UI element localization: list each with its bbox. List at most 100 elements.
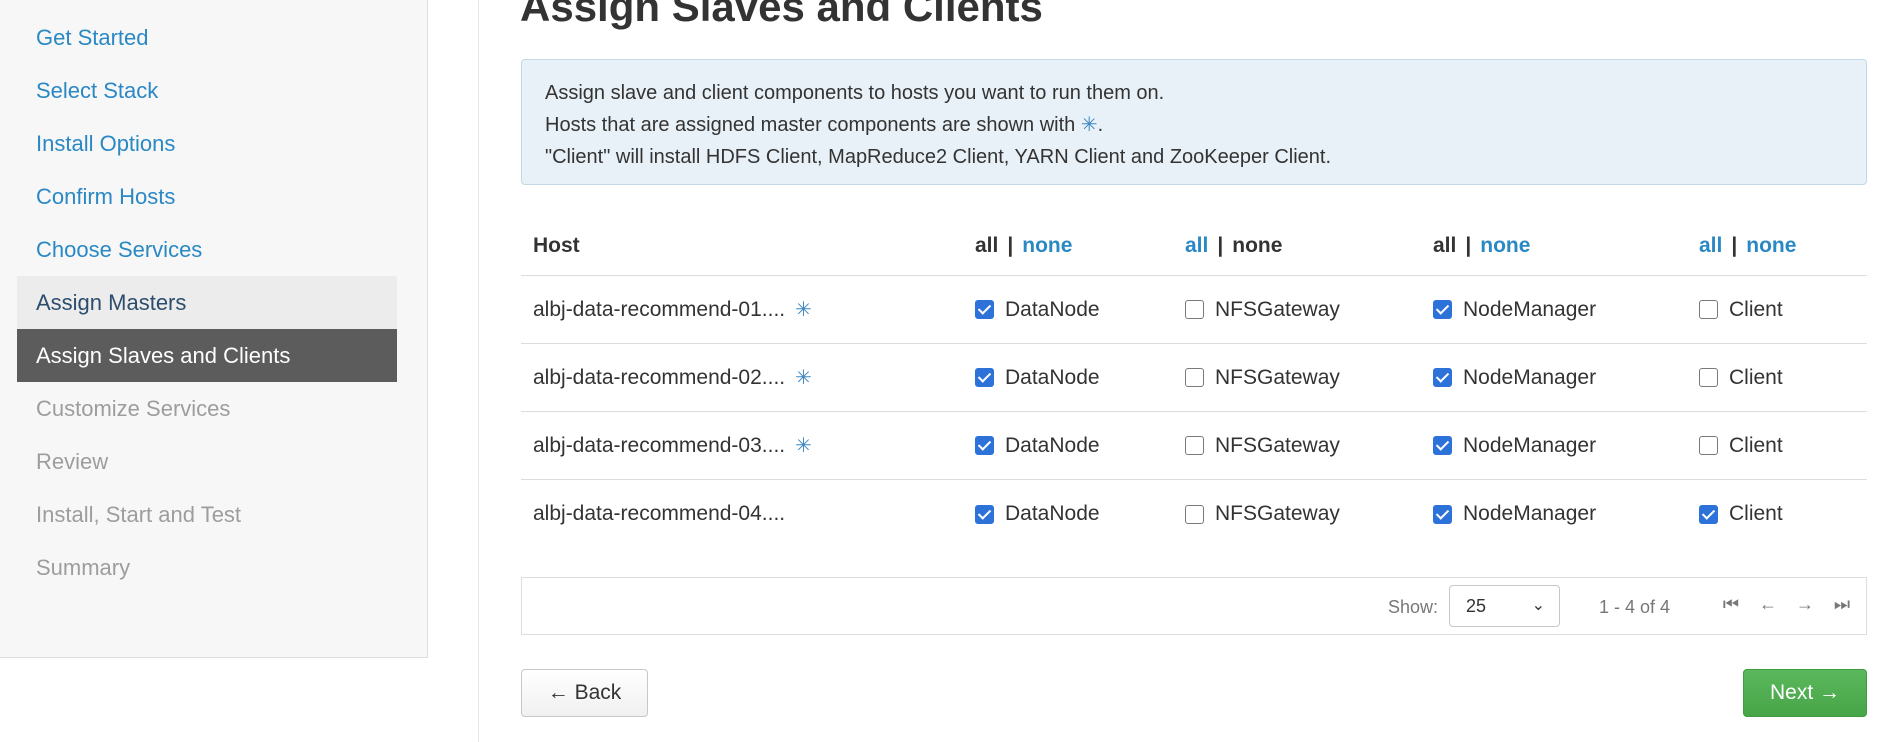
previous-page-icon[interactable]: ← — [1756, 594, 1780, 615]
datanode-checkbox[interactable]: DataNode — [975, 344, 1100, 411]
next-page-icon[interactable]: → — [1793, 594, 1817, 615]
checkbox-checked-icon[interactable] — [1433, 436, 1452, 455]
nav-step-select-stack[interactable]: Select Stack — [17, 64, 397, 117]
nodemanager-select-all-link[interactable]: all — [1433, 234, 1456, 258]
separator: | — [1465, 233, 1472, 257]
nav-step-summary: Summary — [36, 555, 131, 580]
component-label: Client — [1729, 297, 1783, 321]
client-checkbox[interactable]: Client — [1699, 276, 1783, 343]
datanode-select-all-link[interactable]: all — [975, 234, 998, 258]
nav-step-choose-services[interactable]: Choose Services — [17, 223, 397, 276]
nfsgateway-checkbox[interactable]: NFSGateway — [1185, 276, 1340, 343]
nav-step-get-started[interactable]: Get Started — [17, 11, 397, 64]
nfsgateway-checkbox[interactable]: NFSGateway — [1185, 344, 1340, 411]
info-line-2: Hosts that are assigned master component… — [545, 109, 1843, 141]
pagination-range: 1 - 4 of 4 — [1599, 597, 1671, 617]
table-header-row: Host all | none all | none all | none al… — [521, 216, 1867, 276]
checkbox-checked-icon[interactable] — [1433, 504, 1452, 524]
checkbox-checked-icon[interactable] — [1433, 368, 1452, 387]
checkbox-unchecked-icon[interactable] — [1185, 300, 1204, 319]
checkbox-unchecked-icon[interactable] — [1699, 436, 1718, 455]
component-label: DataNode — [1005, 297, 1100, 321]
client-select-links: all | none — [1699, 216, 1796, 275]
client-select-none-link[interactable]: none — [1746, 234, 1796, 258]
nfsgateway-select-none-link[interactable]: none — [1232, 234, 1282, 258]
wizard-sidebar: Get Started Select Stack Install Options… — [0, 0, 428, 658]
nfsgateway-select-links: all | none — [1185, 216, 1282, 275]
component-label: DataNode — [1005, 502, 1100, 525]
nfsgateway-checkbox[interactable]: NFSGateway — [1185, 480, 1340, 548]
first-page-icon[interactable]: ⏮ — [1719, 594, 1743, 615]
nav-step-install-options[interactable]: Install Options — [17, 117, 397, 170]
nfsgateway-select-all-link[interactable]: all — [1185, 234, 1208, 258]
nodemanager-checkbox[interactable]: NodeManager — [1433, 344, 1596, 411]
table-row: albj-data-recommend-04.... DataNode NFSG… — [521, 480, 1867, 548]
info-line-1: Assign slave and client components to ho… — [545, 82, 1165, 104]
content-divider — [478, 0, 479, 742]
nav-step-install-start-test: Install, Start and Test — [36, 502, 242, 527]
nav-step-assign-slaves-clients: Assign Slaves and Clients — [17, 329, 397, 382]
checkbox-unchecked-icon[interactable] — [1699, 368, 1718, 387]
component-label: Client — [1729, 433, 1783, 457]
checkbox-unchecked-icon[interactable] — [1699, 300, 1718, 319]
nav-step-review: Review — [36, 449, 109, 474]
datanode-select-none-link[interactable]: none — [1022, 234, 1072, 258]
client-checkbox[interactable]: Client — [1699, 480, 1783, 548]
checkbox-unchecked-icon[interactable] — [1185, 436, 1204, 455]
host-name: albj-data-recommend-02.... — [533, 365, 786, 389]
host-name: albj-data-recommend-04.... — [533, 502, 786, 525]
component-label: Client — [1729, 365, 1783, 389]
master-star-icon: ✳ — [1080, 114, 1098, 136]
page-size-select[interactable]: 25 ⌄ — [1449, 585, 1560, 627]
client-checkbox[interactable]: Client — [1699, 344, 1783, 411]
nodemanager-checkbox[interactable]: NodeManager — [1433, 276, 1596, 343]
datanode-checkbox[interactable]: DataNode — [975, 412, 1100, 479]
client-checkbox[interactable]: Client — [1699, 412, 1783, 479]
checkbox-checked-icon[interactable] — [1433, 300, 1452, 319]
nodemanager-checkbox[interactable]: NodeManager — [1433, 480, 1596, 548]
checkbox-checked-icon[interactable] — [975, 368, 994, 387]
next-button[interactable]: Next → — [1743, 669, 1867, 717]
nav-step-assign-masters[interactable]: Assign Masters — [17, 276, 397, 329]
component-label: NFSGateway — [1215, 365, 1340, 389]
hosts-table: Host all | none all | none all | none al… — [521, 216, 1867, 548]
nfsgateway-checkbox[interactable]: NFSGateway — [1185, 412, 1340, 479]
component-label: NodeManager — [1463, 433, 1597, 457]
checkbox-checked-icon[interactable] — [1699, 504, 1718, 524]
nodemanager-select-none-link[interactable]: none — [1480, 234, 1530, 258]
datanode-select-links: all | none — [975, 216, 1072, 275]
component-label: NFSGateway — [1215, 433, 1340, 457]
datanode-checkbox[interactable]: DataNode — [975, 276, 1100, 343]
checkbox-checked-icon[interactable] — [975, 300, 994, 319]
host-cell: albj-data-recommend-01.... ✳ — [533, 276, 812, 343]
client-select-all-link[interactable]: all — [1699, 234, 1722, 258]
page-size-label: Show: — [1388, 597, 1439, 617]
nodemanager-select-links: all | none — [1433, 216, 1530, 275]
host-cell: albj-data-recommend-02.... ✳ — [533, 344, 812, 411]
separator: | — [1007, 233, 1014, 257]
page-size-value: 25 — [1466, 596, 1487, 616]
info-line-2-suffix: . — [1097, 114, 1104, 136]
host-name: albj-data-recommend-01.... — [533, 297, 786, 321]
checkbox-checked-icon[interactable] — [975, 436, 994, 455]
table-pagination: Show: 25 ⌄ 1 - 4 of 4 ⏮ ← → ⏭ — [521, 577, 1867, 635]
info-line-2-text: Hosts that are assigned master component… — [545, 114, 1081, 136]
nodemanager-checkbox[interactable]: NodeManager — [1433, 412, 1596, 479]
info-alert: Assign slave and client components to ho… — [521, 59, 1867, 185]
component-label: DataNode — [1005, 433, 1100, 457]
component-label: Client — [1729, 502, 1783, 525]
checkbox-unchecked-icon[interactable] — [1185, 368, 1204, 387]
datanode-checkbox[interactable]: DataNode — [975, 480, 1100, 548]
checkbox-unchecked-icon[interactable] — [1185, 504, 1204, 524]
component-label: NodeManager — [1463, 502, 1597, 525]
master-star-icon: ✳ — [795, 367, 812, 389]
checkbox-checked-icon[interactable] — [975, 504, 994, 524]
host-cell: albj-data-recommend-03.... ✳ — [533, 412, 812, 479]
back-button[interactable]: ← Back — [521, 669, 648, 717]
host-column-header: Host — [533, 233, 580, 257]
info-line-3: "Client" will install HDFS Client, MapRe… — [545, 146, 1332, 168]
table-row: albj-data-recommend-03.... ✳ DataNode NFS… — [521, 412, 1867, 480]
last-page-icon[interactable]: ⏭ — [1830, 594, 1854, 615]
nav-step-confirm-hosts[interactable]: Confirm Hosts — [17, 170, 397, 223]
table-row: albj-data-recommend-01.... ✳ DataNode NFS… — [521, 276, 1867, 344]
